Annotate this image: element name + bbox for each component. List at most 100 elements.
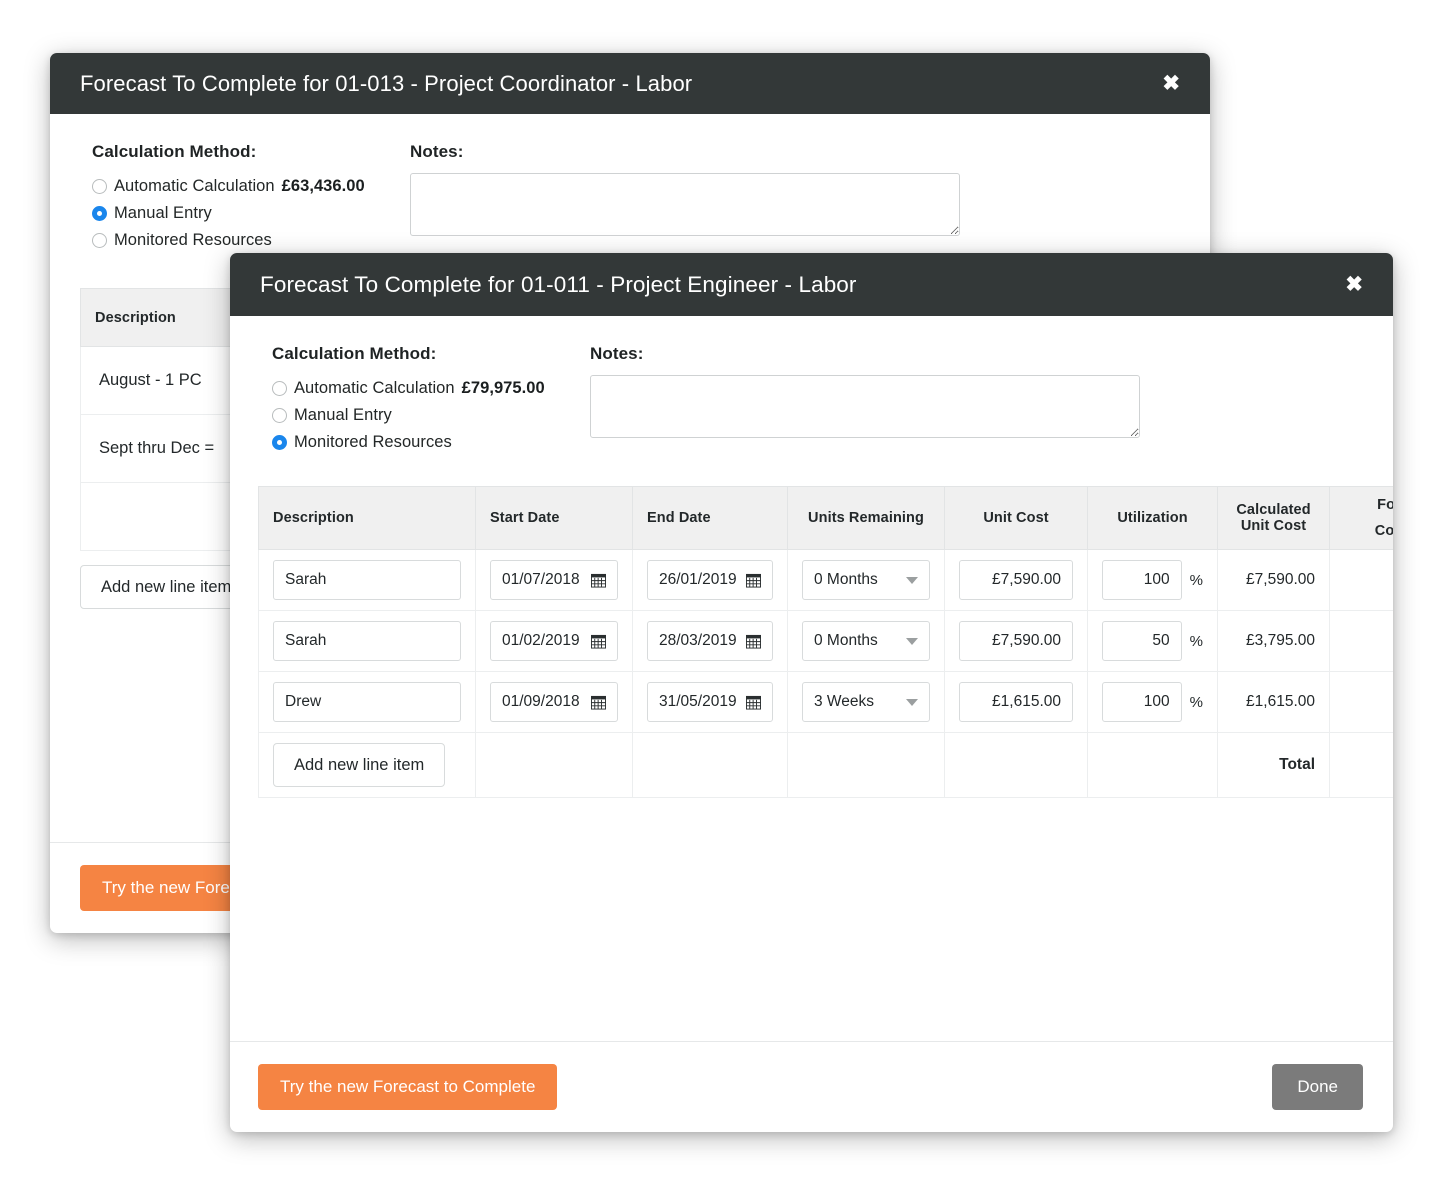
back-radio-monitored-resources[interactable]: Monitored Resources: [92, 227, 410, 254]
total-label: Total: [1217, 732, 1330, 798]
chevron-down-icon[interactable]: [906, 637, 918, 645]
utilization-input[interactable]: 50: [1102, 621, 1182, 661]
front-radio-label-monitored: Monitored Resources: [294, 433, 452, 451]
cell-utilization: 100 %: [1087, 549, 1218, 611]
utilization-wrapper: 50 %: [1102, 621, 1203, 661]
front-calculation-method-group: Calculation Method: Automatic Calculatio…: [230, 344, 590, 456]
add-new-line-item-button[interactable]: Add new line item: [273, 743, 446, 787]
calendar-icon[interactable]: [746, 634, 761, 649]
front-radio-monitored-resources[interactable]: Monitored Resources: [272, 429, 590, 456]
cell-empty: [475, 732, 633, 798]
utilization-wrapper: 100 %: [1102, 682, 1203, 722]
description-input[interactable]: Sarah: [273, 621, 461, 661]
front-radio-automatic-calculation[interactable]: Automatic Calculation £79,975.00: [272, 375, 590, 402]
cell-end-date: 26/01/2019: [632, 549, 788, 611]
units-remaining-value: 0 Months: [814, 632, 878, 649]
end-date-input[interactable]: 28/03/2019: [647, 621, 773, 661]
unit-cost-input[interactable]: £7,590.00: [959, 560, 1073, 600]
cell-unit-cost: £1,615.00: [944, 671, 1088, 733]
chevron-down-icon[interactable]: [906, 576, 918, 584]
radio-icon-monitored[interactable]: [272, 435, 287, 450]
end-date-value: 31/05/2019: [659, 693, 737, 710]
unit-cost-input[interactable]: £7,590.00: [959, 621, 1073, 661]
calendar-icon[interactable]: [591, 634, 606, 649]
back-notes-label: Notes:: [410, 142, 464, 161]
cell-end-date: 28/03/2019: [632, 610, 788, 672]
end-date-value: 28/03/2019: [659, 632, 737, 649]
cell-calculated-unit-cost: £3,795.00: [1217, 610, 1330, 672]
start-date-input[interactable]: 01/07/2018: [490, 560, 618, 600]
calendar-icon[interactable]: [746, 695, 761, 710]
front-notes-label: Notes:: [590, 344, 644, 363]
start-date-value: 01/09/2018: [502, 693, 580, 710]
radio-icon-automatic[interactable]: [92, 179, 107, 194]
end-date-input[interactable]: 31/05/2019: [647, 682, 773, 722]
add-new-line-item-button[interactable]: Add new line item: [80, 565, 253, 609]
front-calc-notes-row: Calculation Method: Automatic Calculatio…: [230, 316, 1393, 456]
units-remaining-value: 3 Weeks: [814, 693, 875, 710]
close-icon[interactable]: ✖: [1158, 71, 1184, 96]
description-input[interactable]: Sarah: [273, 560, 461, 600]
radio-icon-manual[interactable]: [92, 206, 107, 221]
front-line-items-table: Description Start Date End Date Units Re…: [258, 486, 1393, 798]
front-notes-group: Notes:: [590, 344, 1393, 456]
front-table-header-row: Description Start Date End Date Units Re…: [258, 486, 1393, 550]
back-radio-automatic-calculation[interactable]: Automatic Calculation £63,436.00: [92, 173, 410, 200]
cell-add-line-item: Add new line item: [258, 732, 476, 798]
start-date-input[interactable]: 01/09/2018: [490, 682, 618, 722]
calendar-icon[interactable]: [746, 573, 761, 588]
try-new-forecast-button[interactable]: Try the new Forecast to Complete: [258, 1064, 558, 1110]
back-notes-input[interactable]: [410, 173, 960, 236]
utilization-input[interactable]: 100: [1102, 682, 1182, 722]
end-date-value: 26/01/2019: [659, 571, 737, 588]
close-icon[interactable]: ✖: [1341, 272, 1367, 297]
cell-unit-cost: £7,590.00: [944, 610, 1088, 672]
calendar-icon[interactable]: [591, 695, 606, 710]
radio-icon-automatic[interactable]: [272, 381, 287, 396]
front-radio-label-automatic: Automatic Calculation: [294, 379, 455, 397]
start-date-value: 01/07/2018: [502, 571, 580, 588]
screen: Forecast To Complete for 01-013 - Projec…: [0, 0, 1440, 1185]
col-forecast-line1: For: [1377, 497, 1393, 513]
end-date-input[interactable]: 26/01/2019: [647, 560, 773, 600]
units-remaining-select[interactable]: 0 Months: [802, 621, 930, 661]
description-input[interactable]: Drew: [273, 682, 461, 722]
front-dialog-body: Calculation Method: Automatic Calculatio…: [230, 316, 1393, 798]
back-notes-group: Notes:: [410, 142, 1210, 254]
total-value: £4,: [1329, 732, 1393, 798]
col-forecast-to-complete: For Con: [1329, 486, 1393, 550]
utilization-input[interactable]: 100: [1102, 560, 1182, 600]
front-dialog-header: Forecast To Complete for 01-011 - Projec…: [230, 253, 1393, 316]
front-automatic-amount: £79,975.00: [461, 379, 545, 397]
cell-description: Sarah: [258, 610, 476, 672]
forecast-dialog-project-engineer: Forecast To Complete for 01-011 - Projec…: [230, 253, 1393, 1132]
start-date-value: 01/02/2019: [502, 632, 580, 649]
front-radio-label-manual: Manual Entry: [294, 406, 392, 424]
cell-unit-cost: £7,590.00: [944, 549, 1088, 611]
cell-forecast-to-complete: [1329, 549, 1393, 611]
front-notes-input[interactable]: [590, 375, 1140, 438]
table-footer-row: Add new line item Total £4,: [258, 732, 1393, 798]
start-date-input[interactable]: 01/02/2019: [490, 621, 618, 661]
cell-description: Drew: [258, 671, 476, 733]
chevron-down-icon[interactable]: [906, 698, 918, 706]
percent-sign: %: [1189, 632, 1203, 650]
unit-cost-input[interactable]: £1,615.00: [959, 682, 1073, 722]
cell-empty: [1087, 732, 1218, 798]
table-row: Sarah 01/07/2018 26/01/2019 0 Months £7,…: [258, 549, 1393, 611]
col-start-date: Start Date: [475, 486, 633, 550]
front-radio-manual-entry[interactable]: Manual Entry: [272, 402, 590, 429]
back-radio-label-monitored: Monitored Resources: [114, 231, 272, 249]
percent-sign: %: [1189, 693, 1203, 711]
units-remaining-select[interactable]: 3 Weeks: [802, 682, 930, 722]
cell-units-remaining: 0 Months: [787, 610, 945, 672]
back-radio-manual-entry[interactable]: Manual Entry: [92, 200, 410, 227]
cell-empty: [944, 732, 1088, 798]
table-row: Sarah 01/02/2019 28/03/2019 0 Months £7,…: [258, 610, 1393, 672]
calendar-icon[interactable]: [591, 573, 606, 588]
units-remaining-select[interactable]: 0 Months: [802, 560, 930, 600]
cell-calculated-unit-cost: £7,590.00: [1217, 549, 1330, 611]
done-button[interactable]: Done: [1272, 1064, 1363, 1110]
radio-icon-manual[interactable]: [272, 408, 287, 423]
radio-icon-monitored[interactable]: [92, 233, 107, 248]
